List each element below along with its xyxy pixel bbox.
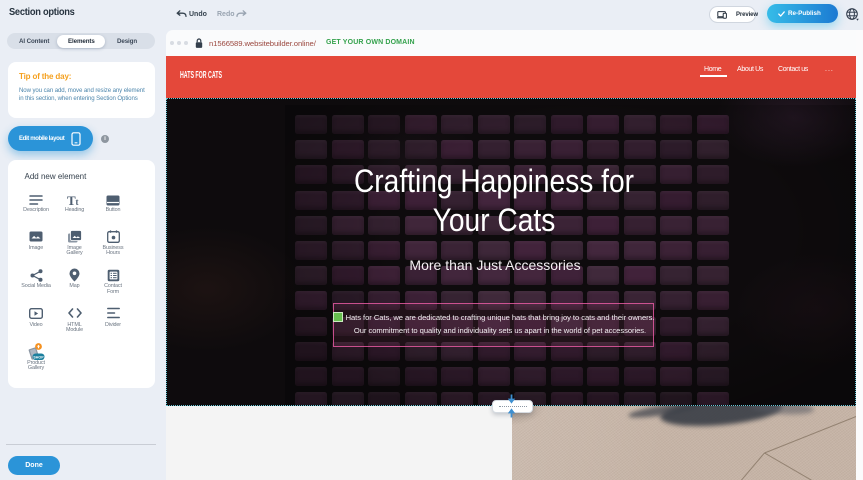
svg-text:SHOP: SHOP xyxy=(33,355,44,359)
svg-text:t: t xyxy=(76,197,79,206)
